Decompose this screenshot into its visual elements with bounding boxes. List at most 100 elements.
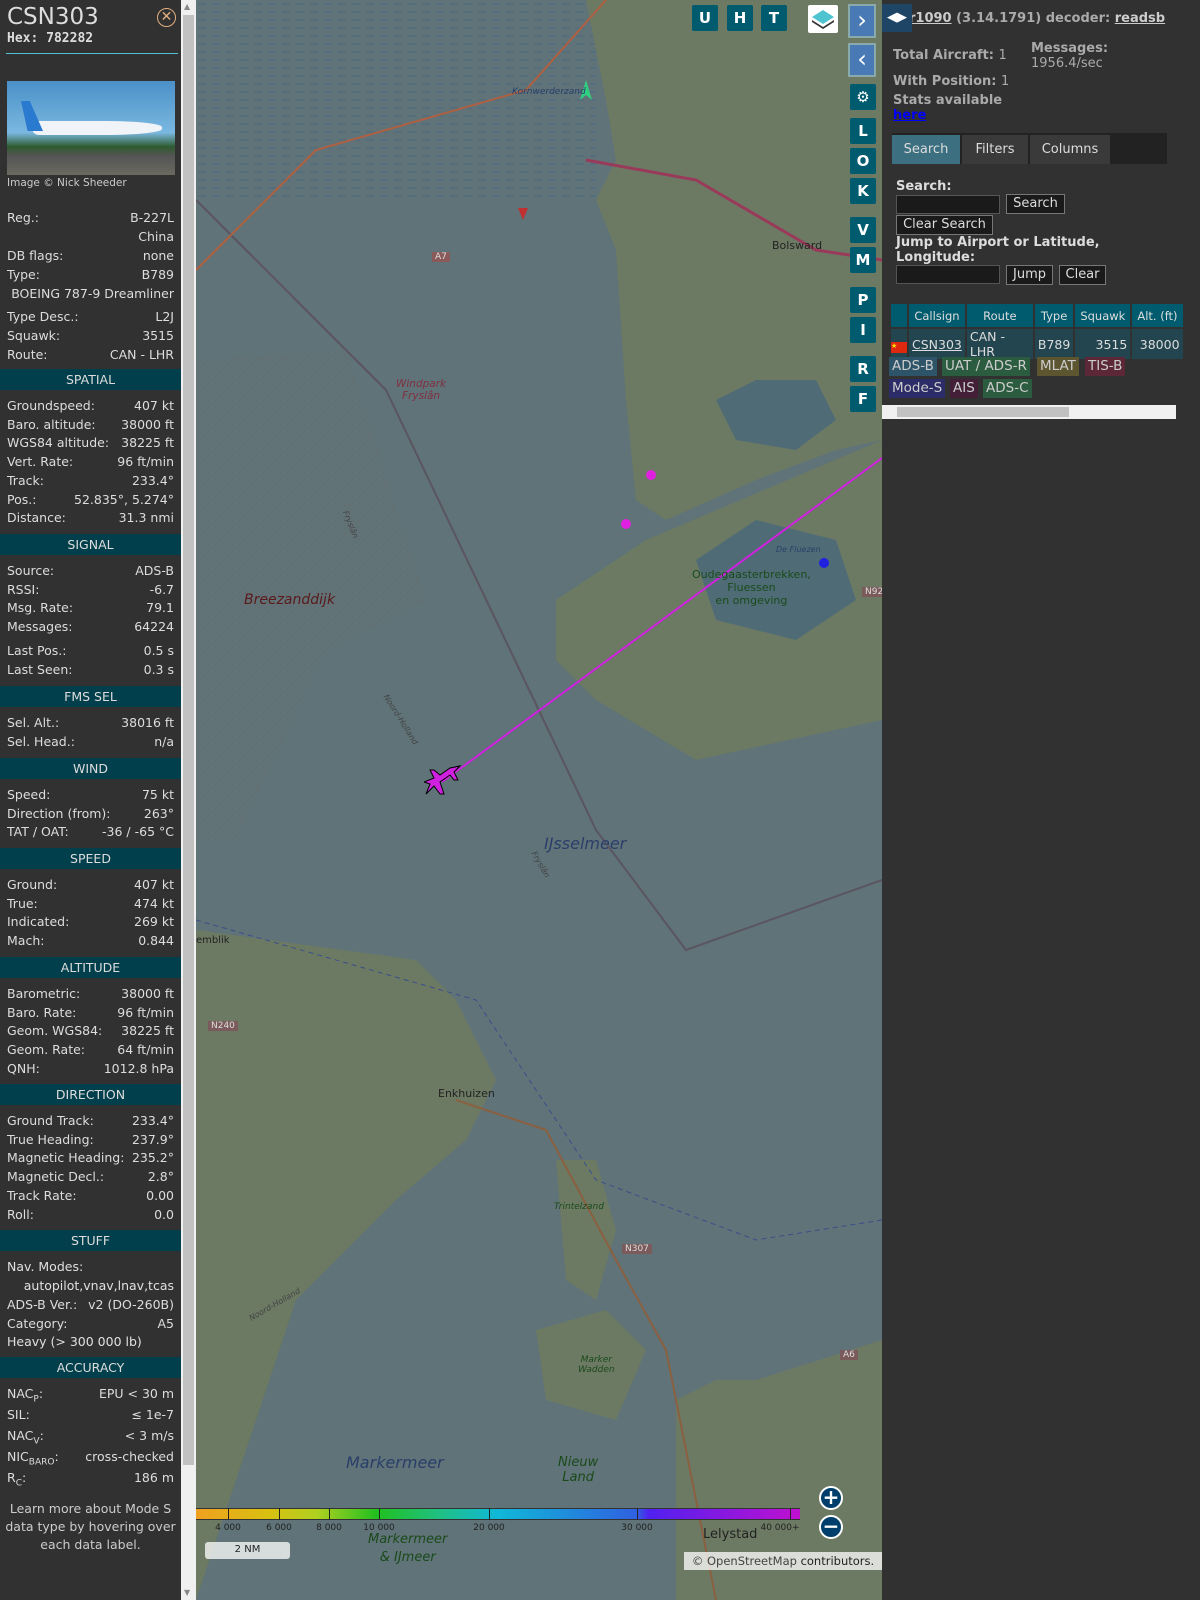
road-label: A7 [432, 252, 450, 262]
map[interactable]: Kornwerderzand Bolsward Windpark Fryslân… [196, 0, 882, 1600]
detail-value: B789 [141, 267, 174, 282]
detail-row: Reg.: B-227L [7, 210, 174, 226]
source-badge: MLAT [1037, 357, 1079, 376]
col-squawk[interactable]: Squawk [1075, 304, 1131, 327]
detail-value: 233.4° [131, 472, 174, 488]
map-label: Bolsward [772, 239, 823, 252]
version: (3.14.1791) decoder: [951, 11, 1115, 26]
toggle-t-button[interactable]: T [761, 5, 787, 31]
detail-label: Type: [7, 267, 40, 282]
aircraft-hex: Hex: 782282 [7, 31, 93, 46]
toggle-sidebar-button[interactable]: ◀▶ [882, 4, 912, 32]
detail-label: WGS84 altitude: [7, 435, 110, 451]
search-button[interactable]: Search [1006, 194, 1065, 214]
callsign-cell[interactable]: CSN303 [909, 329, 965, 359]
flag-icon: ★ [891, 329, 907, 359]
detail-value: 0.844 [138, 933, 174, 949]
next-aircraft-button[interactable]: › [848, 4, 876, 38]
detail-row: RC: 186 m [7, 1470, 174, 1492]
osm-link[interactable]: OpenStreetMap [707, 1554, 797, 1568]
section-spatial: SPATIAL [0, 369, 181, 390]
detail-row: Track Rate: 0.00 [7, 1188, 174, 1204]
scale-tick-label: 8 000 [316, 1523, 342, 1533]
route-cell: CAN - LHR [966, 329, 1033, 359]
col-altitude[interactable]: Alt. (ft) [1132, 304, 1183, 327]
map-label: IJsselmeer [544, 834, 627, 853]
clear-search-button[interactable]: Clear Search [896, 215, 993, 235]
detail-value: 64 ft/min [117, 1042, 174, 1058]
detail-value: 52.835°, 5.274° [74, 491, 174, 507]
detail-value: 0.3 s [143, 661, 174, 677]
stats-link[interactable]: here [893, 108, 926, 123]
detail-row: DB flags: none [7, 248, 174, 264]
tab-columns[interactable]: Columns [1030, 135, 1110, 164]
map-label: Windpark Fryslân [396, 378, 447, 402]
toggle-f-button[interactable]: F [850, 386, 876, 412]
search-input[interactable] [896, 195, 1000, 214]
col-callsign[interactable]: Callsign [909, 304, 965, 327]
detail-value: n/a [154, 733, 174, 749]
scale-bar: 2 NM [205, 1542, 290, 1559]
detail-row: Geom. Rate: 64 ft/min [7, 1042, 174, 1058]
nav-modes-label: Nav. Modes: [7, 1259, 84, 1274]
toggle-h-button[interactable]: H [727, 5, 753, 31]
detail-row: China [7, 229, 174, 245]
aircraft-detail-panel: CSN303 Hex: 782282 ✕ Image © Nick Sheede… [0, 0, 181, 1600]
scale-tick-label: 20 000 [473, 1523, 505, 1533]
layers-icon [812, 10, 834, 29]
toggle-r-button[interactable]: R [850, 356, 876, 382]
detail-label: Ground: [7, 877, 58, 892]
toggle-l-button[interactable]: L [850, 118, 876, 144]
detail-label: Barometric: [7, 986, 81, 1001]
toggle-i-button[interactable]: I [850, 317, 876, 343]
detail-value: ≤ 1e-7 [131, 1407, 174, 1422]
detail-row: Ground Track: 233.4° [7, 1113, 174, 1129]
col-flag[interactable] [891, 304, 907, 327]
zoom-in-button[interactable]: + [819, 1486, 843, 1510]
toggle-k-button[interactable]: K [850, 178, 876, 204]
previous-aircraft-button[interactable]: ‹ [848, 43, 876, 77]
aircraft-photo[interactable] [7, 81, 175, 175]
map-label: emblik [196, 935, 230, 946]
detail-row: Track: 233.4° [7, 473, 174, 489]
detail-row: WGS84 altitude: 38225 ft [7, 435, 174, 451]
detail-value: 0.00 [146, 1187, 174, 1203]
toggle-u-button[interactable]: U [692, 5, 718, 31]
zoom-out-button[interactable]: − [819, 1515, 843, 1539]
layers-button[interactable] [808, 5, 838, 33]
detail-value: 96 ft/min [117, 1004, 174, 1020]
clear-button[interactable]: Clear [1059, 265, 1106, 285]
detail-value: 75 kt [141, 787, 174, 802]
messages-rate: 1956.4/sec [1031, 56, 1103, 71]
close-icon[interactable]: ✕ [157, 8, 176, 27]
detail-row: Baro. altitude: 38000 ft [7, 417, 174, 433]
tab-search[interactable]: Search [892, 135, 960, 164]
detail-label: Baro. Rate: [7, 1004, 77, 1020]
tab-filters[interactable]: Filters [962, 135, 1028, 164]
col-route[interactable]: Route [966, 304, 1033, 327]
detail-value: A5 [157, 1315, 174, 1331]
jump-input[interactable] [896, 265, 1000, 284]
table-scrollbar[interactable] [882, 405, 1176, 419]
search-label: Search: [896, 179, 952, 194]
toggle-o-button[interactable]: O [850, 148, 876, 174]
detail-label: Last Seen: [7, 661, 73, 677]
detail-label: Magnetic Heading: [7, 1150, 125, 1166]
map-label: Markermeer & IJmeer [368, 1532, 448, 1565]
detail-label: Baro. altitude: [7, 416, 96, 432]
toggle-v-button[interactable]: V [850, 217, 876, 243]
chevron-left-icon: ‹ [857, 45, 867, 73]
jump-button[interactable]: Jump [1006, 265, 1053, 285]
detail-row: Distance: 31.3 nmi [7, 510, 174, 526]
detail-value: China [138, 229, 174, 244]
toggle-m-button[interactable]: M [850, 247, 876, 273]
detail-label: Type Desc.: [7, 309, 79, 324]
toggle-p-button[interactable]: P [850, 287, 876, 313]
col-type[interactable]: Type [1034, 304, 1074, 327]
detail-row: SIL: ≤ 1e-7 [7, 1407, 174, 1429]
decoder-link[interactable]: readsb [1115, 11, 1165, 26]
settings-button[interactable]: ⚙ [850, 84, 876, 110]
detail-scrollbar[interactable]: ▲ ▼ [181, 0, 196, 1600]
aircraft-marker-icon[interactable] [424, 760, 464, 800]
table-row[interactable]: ★ CSN303 CAN - LHR B789 3515 38000 [891, 329, 1183, 359]
